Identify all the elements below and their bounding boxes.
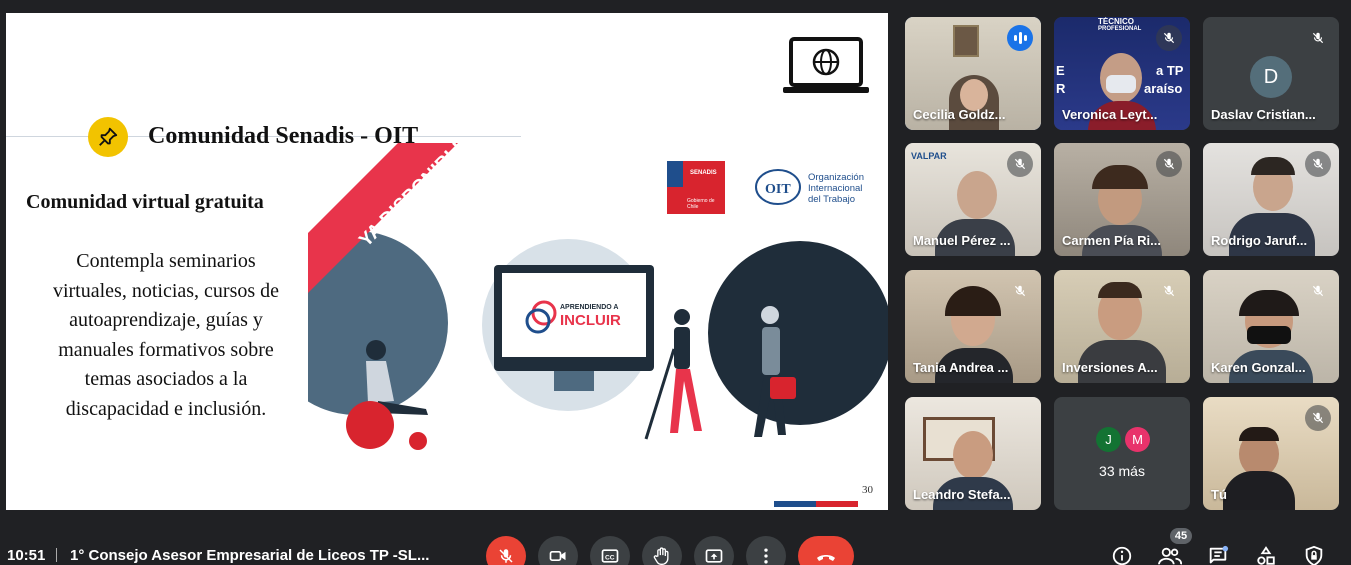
activities-icon: [1257, 546, 1275, 565]
participant-tile[interactable]: Inversiones A...: [1054, 270, 1190, 383]
participant-tile[interactable]: Leandro Stefa...: [905, 397, 1041, 510]
participant-tile[interactable]: Karen Gonzal...: [1203, 270, 1339, 383]
end-call-button[interactable]: [798, 536, 854, 565]
body-line: discapacidad e inclusión.: [65, 397, 267, 420]
oit-org-name: Organización Internacional del Trabajo: [808, 172, 864, 205]
chat-button[interactable]: [1204, 542, 1232, 565]
overlay-text: a TP: [1156, 63, 1184, 78]
oit-line: Internacional: [808, 183, 863, 194]
participant-name: Carmen Pía Ri...: [1062, 233, 1161, 248]
slide-body-text: Contempla seminarios virtuales, noticias…: [24, 247, 308, 424]
overlay-text: R: [1056, 81, 1066, 96]
participant-name: Tú: [1211, 487, 1227, 502]
overlay-text: TÉCNICO: [1098, 17, 1134, 26]
participant-name: Rodrigo Jaruf...: [1211, 233, 1308, 248]
participant-tile[interactable]: Rodrigo Jaruf...: [1203, 143, 1339, 256]
mini-avatars: J M: [1096, 427, 1150, 452]
more-participants-label: 33 más: [1099, 463, 1145, 479]
mic-off-icon: [1007, 151, 1033, 177]
oit-line: del Trabajo: [808, 194, 856, 205]
participant-tile[interactable]: VALPAR Manuel Pérez ...: [905, 143, 1041, 256]
activities-button[interactable]: [1252, 542, 1280, 565]
present-icon: [705, 549, 723, 563]
meeting-title[interactable]: 1° Consejo Asesor Empresarial de Liceos …: [70, 547, 429, 564]
captions-button[interactable]: CC: [590, 536, 630, 565]
camera-icon: [549, 551, 566, 561]
participant-name: Tania Andrea ...: [913, 360, 1009, 375]
end-call-icon: [817, 555, 835, 561]
screen-logo-main: INCLUIR: [560, 312, 621, 329]
senadis-logo-sub: Gobierno de Chile: [687, 198, 715, 210]
captions-icon: CC: [601, 549, 619, 563]
mic-off-icon: [1156, 25, 1182, 51]
laptop-globe-icon: [783, 37, 869, 93]
raise-hand-button[interactable]: [642, 536, 682, 565]
people-button[interactable]: [1156, 542, 1184, 565]
participant-name: Daslav Cristian...: [1211, 107, 1316, 122]
info-icon: [1112, 546, 1132, 565]
overlay-text: VALPAR: [911, 151, 947, 161]
participant-tile[interactable]: Carmen Pía Ri...: [1054, 143, 1190, 256]
participant-name: Veronica Leyt...: [1062, 107, 1158, 122]
participant-name: Inversiones A...: [1062, 360, 1158, 375]
participant-tile[interactable]: D Daslav Cristian...: [1203, 17, 1339, 130]
participant-name: Manuel Pérez ...: [913, 233, 1011, 248]
host-controls-icon: [1305, 545, 1323, 565]
mic-off-icon: [499, 549, 513, 563]
chat-icon: [1209, 545, 1229, 564]
participant-name: Leandro Stefa...: [913, 487, 1011, 502]
screen-logo-top: APRENDIENDO A: [560, 304, 618, 311]
slide-subtitle: Comunidad virtual gratuita: [26, 191, 264, 213]
oit-line: Organización: [808, 172, 864, 183]
raise-hand-icon: [653, 547, 669, 565]
meet-window: Comunidad Senadis - OIT Comunidad virtua…: [0, 0, 1351, 565]
meeting-details-button[interactable]: [1108, 542, 1136, 565]
avatar: M: [1125, 427, 1150, 452]
senadis-logo-label: SENADIS: [690, 170, 717, 176]
present-now-button[interactable]: [694, 536, 734, 565]
body-line: manuales formativos sobre: [58, 338, 274, 361]
avatar: J: [1096, 427, 1121, 452]
participant-tile[interactable]: Cecilia Goldz...: [905, 17, 1041, 130]
senadis-logo: SENADIS Gobierno de Chile: [667, 161, 725, 214]
slide-page-number: 30: [862, 484, 873, 496]
mic-off-icon: [1305, 25, 1331, 51]
mic-off-icon: [1305, 151, 1331, 177]
participant-name: Cecilia Goldz...: [913, 107, 1006, 122]
divider: [56, 548, 57, 562]
overlay-text: E: [1056, 63, 1065, 78]
more-options-button[interactable]: [746, 536, 786, 565]
mic-off-icon: [1007, 278, 1033, 304]
meeting-time: 10:51: [7, 547, 46, 564]
mic-off-icon: [1305, 405, 1331, 431]
body-line: Contempla seminarios: [76, 250, 256, 272]
overlay-text: PROFESIONAL: [1098, 26, 1142, 32]
body-line: virtuales, noticias, cursos de: [52, 279, 280, 302]
mic-toggle-button[interactable]: [486, 536, 526, 565]
flag-bar: [774, 501, 858, 507]
mic-off-icon: [1305, 278, 1331, 304]
oit-logo-text: OIT: [765, 182, 791, 197]
more-options-icon: [764, 548, 768, 564]
pin-icon: [88, 117, 128, 157]
mic-off-icon: [1156, 151, 1182, 177]
participant-tile[interactable]: Tania Andrea ...: [905, 270, 1041, 383]
svg-text:CC: CC: [605, 554, 615, 561]
overlay-text: araíso: [1144, 81, 1183, 96]
speaking-indicator-icon: [1007, 25, 1033, 51]
avatar: D: [1250, 56, 1292, 98]
host-controls-button[interactable]: [1300, 542, 1328, 565]
body-line: temas asociados a la: [84, 368, 248, 390]
camera-toggle-button[interactable]: [538, 536, 578, 565]
mic-off-icon: [1156, 278, 1182, 304]
participant-tile[interactable]: TÉCNICO PROFESIONAL E a TP R araíso Vero…: [1054, 17, 1190, 130]
self-tile[interactable]: Tú: [1203, 397, 1339, 510]
shared-slide: Comunidad Senadis - OIT Comunidad virtua…: [6, 13, 888, 510]
participant-name: Karen Gonzal...: [1211, 360, 1306, 375]
more-participants-tile[interactable]: J M 33 más: [1054, 397, 1190, 510]
people-icon: [1158, 547, 1182, 565]
body-line: autoaprendizaje, guías y: [69, 309, 263, 331]
bottom-bar: 10:51 1° Consejo Asesor Empresarial de L…: [0, 528, 1351, 565]
